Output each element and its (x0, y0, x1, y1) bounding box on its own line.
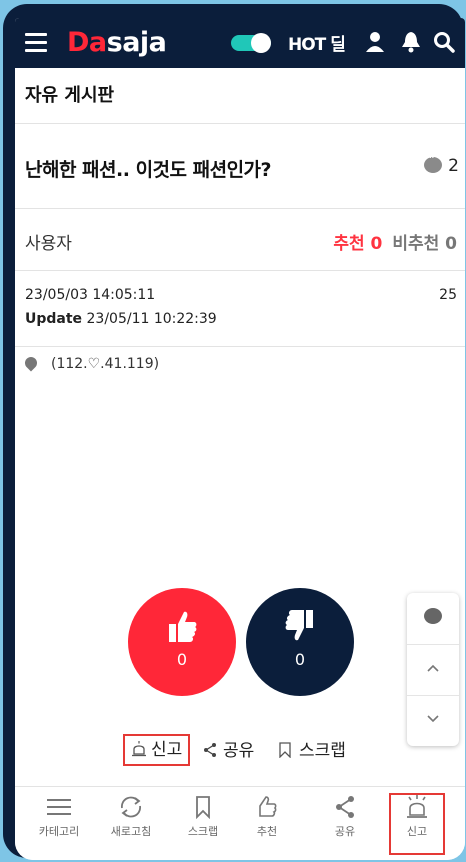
nav-refresh[interactable]: 새로고침 (101, 795, 161, 839)
created-date: 23/05/03 14:05:11 (25, 287, 156, 303)
vote-summary: 추천 0 비추천 0 (333, 234, 457, 254)
hot-deal-toggle[interactable] (231, 33, 271, 53)
nav-scrap[interactable]: 스크랩 (173, 795, 233, 839)
screen: Dasaja HOT 딜 자유 게시판 난해한 패션.. 이것도 패션인가? 2… (15, 18, 465, 860)
not-recommend-button[interactable]: 0 (246, 588, 354, 696)
thumbs-up-icon (169, 611, 197, 642)
top-bar: Dasaja HOT 딜 (15, 18, 465, 68)
nav-recommend[interactable]: 추천 (237, 795, 297, 839)
author-row: 사용자 추천 0 비추천 0 (15, 209, 465, 271)
bookmark-icon (279, 742, 291, 759)
comment-icon (424, 151, 443, 173)
bell-icon[interactable] (401, 31, 421, 53)
updated-date: Update 23/05/11 10:22:39 (25, 311, 217, 327)
location-pin-icon (22, 354, 40, 372)
comment-jump-button[interactable] (407, 593, 459, 653)
siren-icon (407, 795, 427, 818)
post-title: 난해한 패션.. 이것도 패션인가? (25, 159, 272, 181)
bookmark-icon (196, 796, 210, 819)
share-icon (204, 743, 216, 757)
siren-icon (132, 741, 146, 757)
recommend-button[interactable]: 0 (128, 588, 236, 696)
scroll-up-button[interactable] (407, 644, 459, 696)
view-count: 25 (439, 287, 457, 303)
board-title: 자유 게시판 (15, 68, 465, 124)
user-icon[interactable] (365, 31, 385, 53)
post-meta: 23/05/03 14:05:11 Update 23/05/11 10:22:… (15, 271, 465, 347)
menu-icon (47, 799, 71, 815)
nav-category[interactable]: 카테고리 (29, 795, 89, 839)
nav-share[interactable]: 공유 (315, 795, 375, 839)
chevron-down-icon (427, 715, 439, 723)
search-icon[interactable] (433, 31, 455, 53)
bottom-nav: 카테고리 새로고침 스크랩 추천 공유 신고 (15, 786, 465, 860)
report-link[interactable]: 신고 (123, 734, 191, 766)
thumbs-down-icon (285, 610, 313, 641)
share-link[interactable]: 공유 (203, 738, 254, 764)
post-actions: 신고 공유 스크랩 (15, 734, 465, 768)
floating-side-panel (407, 593, 459, 746)
comment-icon (424, 602, 442, 653)
author-name[interactable]: 사용자 (25, 229, 72, 254)
ip-address: (112.♡.41.119) (22, 354, 159, 372)
refresh-icon (121, 796, 141, 818)
post-header: 난해한 패션.. 이것도 패션인가? 2 (15, 125, 465, 209)
phone-frame: Dasaja HOT 딜 자유 게시판 난해한 패션.. 이것도 패션인가? 2… (3, 4, 465, 860)
thumbs-up-outline-icon (259, 796, 277, 817)
share-icon (336, 796, 354, 818)
site-logo[interactable]: Dasaja (67, 27, 167, 58)
menu-icon[interactable] (25, 33, 47, 53)
hot-deal-link[interactable]: HOT 딜 (288, 30, 346, 55)
chevron-up-icon (427, 664, 439, 672)
comment-count[interactable]: 2 (424, 151, 459, 176)
nav-report[interactable]: 신고 (387, 795, 447, 839)
scrap-link[interactable]: 스크랩 (279, 738, 346, 764)
